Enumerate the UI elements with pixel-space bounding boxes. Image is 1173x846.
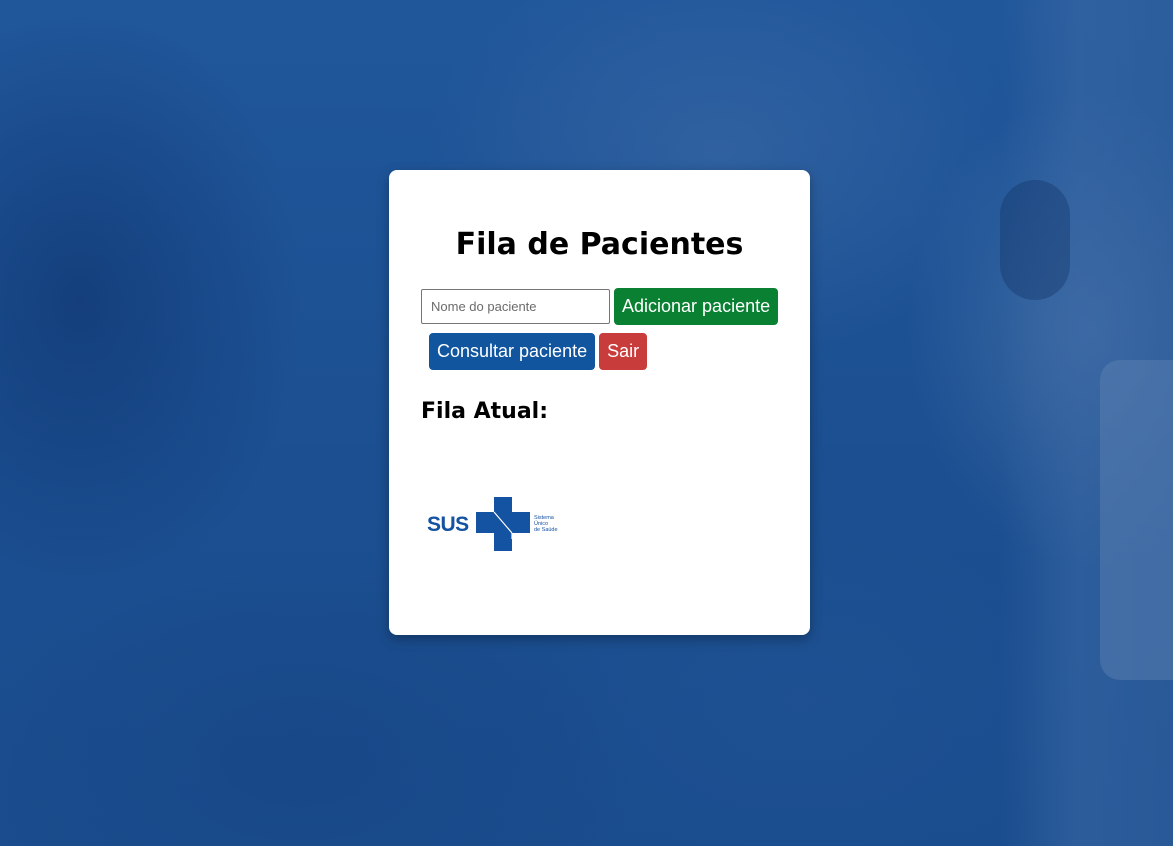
sus-logo-text: SUS [427,513,469,536]
sus-logo-line2: Único [534,520,548,527]
queue-heading: Fila Atual: [421,399,549,424]
sus-logo: SUS Sistema Único de Saúde [427,497,558,551]
add-patient-button[interactable]: Adicionar paciente [614,288,779,325]
add-patient-row: Adicionar paciente [421,288,779,325]
background-stethoscope [1000,180,1070,300]
consult-patient-button[interactable]: Consultar paciente [429,333,596,370]
actions-row: Consultar paciente Sair [429,333,648,370]
patient-queue-card: Fila de Pacientes Adicionar paciente Con… [389,170,810,635]
patient-name-input[interactable] [421,289,610,324]
sus-logo-line3: de Saúde [534,527,558,533]
sus-cross-icon [476,497,530,551]
background-mask [1100,360,1173,680]
page-title: Fila de Pacientes [455,227,744,262]
exit-button[interactable]: Sair [599,333,648,370]
